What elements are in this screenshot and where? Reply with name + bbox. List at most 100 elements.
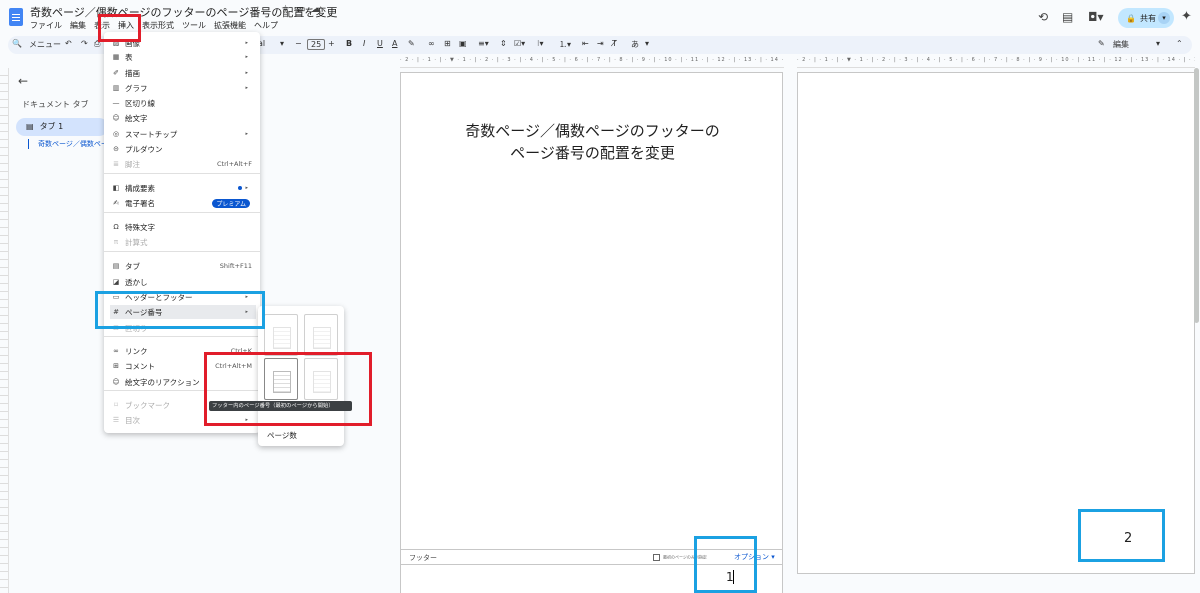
- insert-menu-item-label: 絵文字のリアクション: [125, 377, 200, 387]
- smart-chip-icon: ◎: [112, 130, 120, 138]
- insert-menu-item-horizontal-line[interactable]: — 区切り線: [110, 96, 256, 110]
- vertical-scrollbar[interactable]: [1194, 68, 1199, 323]
- menus-search-label[interactable]: メニュー: [29, 39, 61, 50]
- insert-menu-item-special-characters[interactable]: Ω 特殊文字: [110, 220, 256, 234]
- insert-menu-item-emoji-reaction[interactable]: ☺ 絵文字のリアクション: [110, 375, 256, 389]
- undo-icon[interactable]: ↶: [65, 39, 72, 48]
- page-number-footer-option[interactable]: [264, 358, 298, 400]
- share-dropdown-icon[interactable]: ▾: [1158, 12, 1170, 24]
- page-2-footer-number[interactable]: 2: [1124, 531, 1132, 546]
- pencil-icon[interactable]: ✎: [1098, 39, 1105, 48]
- numbered-list-icon[interactable]: ⒈▾: [559, 39, 571, 50]
- page-count-item[interactable]: ページ数: [267, 430, 297, 441]
- star-icon[interactable]: ☆: [281, 4, 290, 15]
- input-tools-label[interactable]: あ: [631, 39, 639, 50]
- editing-mode-dropdown-icon[interactable]: ▾: [1156, 39, 1160, 48]
- input-tools-dropdown-icon[interactable]: ▾: [645, 39, 649, 48]
- menu-insert[interactable]: 挿入: [118, 20, 134, 31]
- insert-menu-item-emoji[interactable]: ☺ 絵文字: [110, 111, 256, 125]
- menu-help[interactable]: ヘルプ: [254, 20, 278, 31]
- comment-icon[interactable]: ▤: [1062, 10, 1073, 24]
- insert-menu-item-building-blocks[interactable]: ◧ 構成要素 ▸: [110, 181, 256, 195]
- horizontal-ruler-page2[interactable]: · 2 · | · 1 · | · ▼ · 1 · | · 2 · | · 3 …: [797, 57, 1195, 68]
- insert-menu-item-link[interactable]: ∞ リンク Ctrl+K: [110, 344, 256, 358]
- submenu-arrow-icon: ▸: [245, 309, 248, 315]
- insert-menu-item-table[interactable]: ▦ 表 ▸: [110, 50, 256, 64]
- clear-formatting-icon[interactable]: T̸: [612, 39, 617, 48]
- print-icon[interactable]: ⎙: [94, 39, 100, 49]
- outline-item-label: 奇数ページ／偶数ペー: [38, 140, 108, 148]
- align-icon[interactable]: ≡▾: [478, 39, 489, 48]
- history-icon[interactable]: ⟲: [1038, 10, 1048, 24]
- different-first-page-option[interactable]: 最初のページのみ別指定: [653, 554, 707, 561]
- submenu-arrow-icon: ▸: [245, 417, 248, 423]
- highlight-icon[interactable]: ✎: [408, 39, 415, 48]
- image-icon: ▨: [112, 39, 120, 47]
- gemini-icon[interactable]: ✦: [1181, 9, 1192, 24]
- increase-font-icon[interactable]: +: [328, 39, 335, 48]
- insert-menu: ▨ 画像 ▸ ▦ 表 ▸ ✐ 描画 ▸ ▥ グラフ ▸ — 区切り線 ☺ 絵文字 ◎ スマートチップ ▸ ⊝ プルダウン…: [104, 32, 260, 433]
- tooltip: フッター内のページ番号（最初のページから開始）: [209, 401, 352, 411]
- footer-options-button[interactable]: オプション ▾: [734, 552, 775, 562]
- footnote-icon: ≣: [113, 160, 119, 168]
- page-number-header-skip-first-option[interactable]: [304, 314, 338, 356]
- docs-logo-icon[interactable]: [9, 8, 23, 26]
- insert-menu-item-page-numbers[interactable]: # ページ番号 ▸: [110, 305, 256, 319]
- sidebar-tab-1[interactable]: ▤ タブ 1: [16, 118, 108, 136]
- menu-format[interactable]: 表示形式: [142, 20, 174, 31]
- horizontal-ruler-page1[interactable]: · 2 · | · 1 · | · ▼ · 1 · | · 2 · | · 3 …: [400, 57, 784, 68]
- italic-icon[interactable]: I: [363, 39, 365, 48]
- back-arrow-icon[interactable]: ←: [18, 74, 28, 88]
- insert-menu-item-label: ヘッダーとフッター: [125, 292, 193, 302]
- collapse-toolbar-icon[interactable]: ⌃: [1176, 39, 1183, 48]
- decrease-font-icon[interactable]: −: [295, 39, 302, 48]
- outline-item[interactable]: 奇数ページ／偶数ペー: [26, 139, 108, 149]
- menu-edit[interactable]: 編集: [70, 20, 86, 31]
- menu-extensions[interactable]: 拡張機能: [214, 20, 246, 31]
- increase-indent-icon[interactable]: ⇥: [597, 39, 604, 48]
- document-heading[interactable]: 奇数ページ／偶数ページのフッターの ページ番号の配置を変更: [420, 120, 765, 164]
- insert-menu-item-tab[interactable]: ▤ タブ Shift+F11: [110, 259, 256, 273]
- checklist-icon[interactable]: ☑▾: [514, 39, 525, 48]
- insert-menu-item-chart[interactable]: ▥ グラフ ▸: [110, 81, 256, 95]
- share-button[interactable]: 🔒 共有 ▾: [1118, 8, 1174, 28]
- insert-menu-item-image[interactable]: ▨ 画像 ▸: [110, 36, 256, 50]
- insert-menu-item-label: 透かし: [125, 277, 148, 287]
- meet-icon[interactable]: ◘▾: [1088, 10, 1104, 24]
- add-comment-icon[interactable]: ⊞: [444, 39, 451, 48]
- redo-icon[interactable]: ↷: [81, 39, 88, 48]
- bold-icon[interactable]: B: [346, 39, 352, 48]
- font-dropdown-icon[interactable]: ▾: [280, 39, 284, 48]
- insert-menu-item-smart-chip[interactable]: ◎ スマートチップ ▸: [110, 127, 256, 141]
- underline-icon[interactable]: U: [377, 39, 383, 48]
- insert-menu-item-headers-footers[interactable]: ▭ ヘッダーとフッター ▸: [110, 290, 256, 304]
- text-color-icon[interactable]: A: [392, 39, 397, 48]
- insert-menu-item-dropdown[interactable]: ⊝ プルダウン: [110, 142, 256, 156]
- different-first-page-checkbox[interactable]: [653, 554, 660, 561]
- page-number-footer-skip-first-option[interactable]: [304, 358, 338, 400]
- insert-menu-item-comment[interactable]: ⊞ コメント Ctrl+Alt+M: [110, 359, 256, 373]
- lock-icon: 🔒: [1126, 13, 1136, 23]
- insert-image-icon[interactable]: ▣: [459, 39, 467, 48]
- insert-menu-item-label: 区切り線: [125, 98, 155, 108]
- document-title[interactable]: 奇数ページ／偶数ページのフッターのページ番号の配置を変更: [30, 4, 337, 20]
- line-spacing-icon[interactable]: ⇕: [500, 39, 507, 48]
- insert-menu-item-drawing[interactable]: ✐ 描画 ▸: [110, 66, 256, 80]
- link-icon[interactable]: ∞: [428, 39, 435, 48]
- page-2[interactable]: [797, 72, 1195, 574]
- page-number-header-option[interactable]: [264, 314, 298, 356]
- font-size-input[interactable]: 25: [307, 39, 326, 50]
- cloud-icon[interactable]: ☁: [311, 4, 321, 15]
- insert-menu-item-esignature[interactable]: ✍ 電子署名 プレミアム: [110, 196, 256, 210]
- insert-menu-item-watermark[interactable]: ◪ 透かし: [110, 275, 256, 289]
- vertical-ruler[interactable]: [0, 68, 9, 593]
- decrease-indent-icon[interactable]: ⇤: [582, 39, 589, 48]
- insert-menu-item-footnote: ≣ 脚注 Ctrl+Alt+F: [110, 157, 256, 171]
- menu-file[interactable]: ファイル: [30, 20, 62, 31]
- bulleted-list-icon[interactable]: ⁝▾: [537, 39, 544, 48]
- search-icon[interactable]: 🔍: [12, 39, 22, 48]
- menu-tools[interactable]: ツール: [182, 20, 206, 31]
- folder-icon[interactable]: ▭: [296, 4, 305, 15]
- menu-view[interactable]: 表示: [94, 20, 110, 31]
- editing-mode-label[interactable]: 編集: [1113, 39, 1129, 50]
